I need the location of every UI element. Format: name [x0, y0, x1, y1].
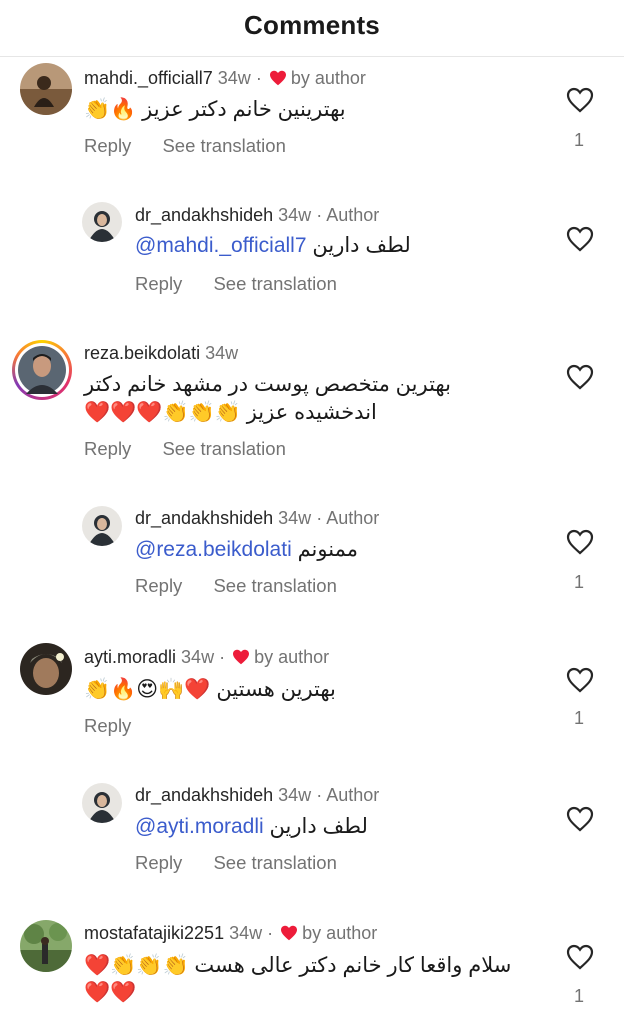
- author-badge: Author: [326, 205, 380, 225]
- mention-link[interactable]: @reza.beikdolati: [135, 538, 292, 561]
- reply-item: dr_andakhshideh 34w · Author @ayti.morad…: [0, 779, 624, 883]
- mention-link[interactable]: @ayti.moradli: [135, 815, 264, 838]
- separator-dot: ·: [316, 508, 323, 528]
- like-count: 1: [573, 572, 584, 592]
- avatar[interactable]: [20, 920, 72, 972]
- heart-outline-icon[interactable]: [566, 529, 594, 555]
- author-liked-heart-icon: [232, 648, 250, 670]
- reply-button[interactable]: Reply: [84, 135, 131, 157]
- avatar[interactable]: [82, 506, 122, 546]
- see-translation-button[interactable]: See translation: [162, 438, 285, 460]
- author-badge: Author: [326, 508, 380, 528]
- comment-time: 34w: [278, 785, 312, 805]
- comment-username[interactable]: dr_andakhshideh: [135, 205, 273, 225]
- reply-button[interactable]: Reply: [135, 575, 182, 597]
- separator-dot: ·: [267, 923, 274, 943]
- comments-header: Comments: [0, 0, 624, 57]
- comment-time: 34w: [229, 923, 263, 943]
- comment-item: mostafatajiki2251 34w · by author سلام و…: [0, 918, 624, 1024]
- avatar[interactable]: [20, 643, 72, 695]
- comment-time: 34w: [205, 343, 239, 363]
- reply-text-line: @ayti.moradli لطف دارین: [135, 812, 368, 842]
- comment-text: ممنونم: [297, 538, 358, 561]
- comment-time: 34w: [278, 508, 312, 528]
- author-badge: Author: [326, 785, 380, 805]
- heart-outline-icon[interactable]: [566, 364, 594, 390]
- reply-button[interactable]: Reply: [84, 715, 131, 737]
- avatar-story-ring: [15, 343, 69, 397]
- comment-text: لطف دارین: [312, 234, 411, 257]
- see-translation-button[interactable]: See translation: [213, 575, 336, 597]
- comment-text-line-2: ❤️❤️: [84, 981, 137, 1004]
- separator-dot: ·: [316, 205, 323, 225]
- like-count: 1: [573, 986, 584, 1006]
- author-liked-heart-icon: [269, 69, 287, 91]
- avatar[interactable]: [82, 202, 122, 242]
- heart-outline-icon[interactable]: [566, 944, 594, 970]
- reply-item: dr_andakhshideh 34w · Author @mahdi._off…: [0, 198, 624, 302]
- comment-username[interactable]: mahdi._officiall7: [84, 68, 213, 88]
- avatar[interactable]: [20, 63, 72, 115]
- reply-text-line: @reza.beikdolati ممنونم: [135, 535, 358, 565]
- avatar[interactable]: [82, 783, 122, 823]
- author-liked-heart-icon: [280, 924, 298, 946]
- comment-username[interactable]: mostafatajiki2251: [84, 923, 224, 943]
- comment-username[interactable]: reza.beikdolati: [84, 343, 200, 363]
- by-author-label: by author: [254, 647, 330, 667]
- reply-item: dr_andakhshideh 34w · Author @reza.beikd…: [0, 502, 624, 606]
- comment-time: 34w: [278, 205, 312, 225]
- mention-link[interactable]: @mahdi._officiall7: [135, 234, 307, 257]
- see-translation-button[interactable]: See translation: [213, 852, 336, 874]
- avatar[interactable]: [12, 340, 72, 400]
- page-title: Comments: [244, 10, 380, 40]
- by-author-label: by author: [302, 923, 378, 943]
- heart-outline-icon[interactable]: [566, 226, 594, 252]
- comment-text-line-2: اندخشیده عزیز 👏👏👏❤️❤️❤️: [84, 401, 377, 424]
- comment-item: ayti.moradli 34w · by author بهترین هستی…: [0, 640, 624, 750]
- heart-outline-icon[interactable]: [566, 87, 594, 113]
- comment-item: mahdi._officiall7 34w · by author بهترین…: [0, 60, 624, 170]
- heart-outline-icon[interactable]: [566, 667, 594, 693]
- comment-username[interactable]: dr_andakhshideh: [135, 785, 273, 805]
- comment-username[interactable]: ayti.moradli: [84, 647, 176, 667]
- reply-text-line: @mahdi._officiall7 لطف دارین: [135, 231, 411, 261]
- separator-dot: ·: [219, 647, 226, 667]
- heart-outline-icon[interactable]: [566, 806, 594, 832]
- reply-button[interactable]: Reply: [84, 438, 131, 460]
- comment-text-line-1: بهترین متخصص پوست در مشهد خانم دکتر: [84, 373, 451, 396]
- comment-text: بهترین هستین ❤️🙌😍🔥👏: [84, 678, 336, 701]
- comment-item: reza.beikdolati 34w بهترین متخصص پوست در…: [0, 338, 624, 468]
- reply-button[interactable]: Reply: [135, 273, 182, 295]
- see-translation-button[interactable]: See translation: [162, 135, 285, 157]
- separator-dot: ·: [255, 68, 262, 88]
- by-author-label: by author: [290, 68, 366, 88]
- see-translation-button[interactable]: See translation: [213, 273, 336, 295]
- comment-time: 34w: [217, 68, 251, 88]
- comment-text: لطف دارین: [269, 815, 368, 838]
- comment-text-line-1: سلام واقعا کار خانم دکتر عالی هست 👏👏👏❤️: [84, 954, 512, 977]
- like-count: 1: [573, 708, 584, 728]
- reply-button[interactable]: Reply: [135, 852, 182, 874]
- comment-username[interactable]: dr_andakhshideh: [135, 508, 273, 528]
- separator-dot: ·: [316, 785, 323, 805]
- like-count: 1: [573, 130, 584, 150]
- comment-time: 34w: [181, 647, 215, 667]
- comment-text: بهترینین خانم دکتر عزیز 🔥👏: [84, 98, 346, 121]
